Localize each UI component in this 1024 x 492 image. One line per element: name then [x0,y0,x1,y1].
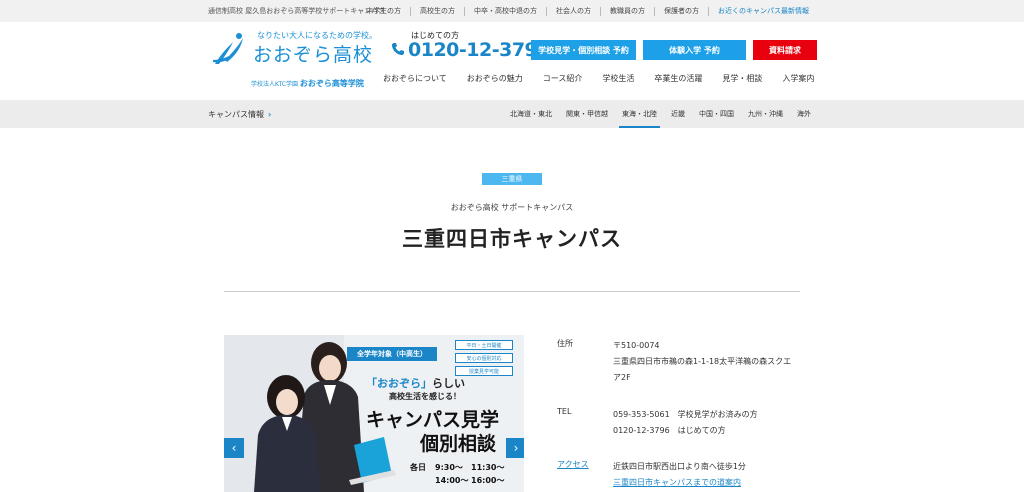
nav-visit[interactable]: 見学・相談 [712,73,772,84]
nav-courses[interactable]: コース紹介 [533,73,593,84]
address-label: 住所 [557,339,573,348]
slide-time: 9:30〜 [435,463,463,472]
campus-slider[interactable]: 全学年対象（中高生） 平日・土日開催 安心の個別対応 授業見学可能 「おおぞら」… [224,335,524,492]
slide-tag: 平日・土日開催 [455,340,513,350]
nav-junior-high[interactable]: 中学生の方 [357,7,410,16]
nav-appeal[interactable]: おおぞらの魅力 [457,73,533,84]
region-kanto[interactable]: 関東・甲信越 [559,100,615,128]
phone-number: 0120-12-3796 [408,39,550,61]
prefecture-badge: 三重県 [482,173,542,185]
nav-parents[interactable]: 保護者の方 [654,6,708,16]
tel-line[interactable]: 059-353-5061 学校見学がお済みの方 [613,407,803,423]
tel-label: TEL [557,407,572,416]
region-kyushu-okinawa[interactable]: 九州・沖縄 [741,100,790,128]
phone-icon [392,43,404,55]
logo-corp-name: おおぞら高等学院 [299,79,364,88]
site-header: なりたい大人になるための学校。 おおぞら高校 学校法人KTC学園 おおぞら高等学… [0,22,1024,100]
region-nav: 北海道・東北 関東・甲信越 東海・北陸 近畿 中国・四国 九州・沖縄 海外 [503,100,818,128]
divider [224,291,800,292]
slide-tag: 安心の個別対応 [455,353,513,363]
slide-time: 16:00〜 [471,476,505,485]
slide-headline: キャンパス見学 [366,409,500,431]
address-value: 〒510-0074 三重県四日市市鵜の森1-1-18太平洋鵜の森スクエ ア2F [613,338,803,386]
nav-graduates[interactable]: 卒業生の活躍 [644,73,712,84]
slide-catchphrase-quote: 「おおぞら」 [366,377,432,390]
logo-name: おおぞら高校 [253,44,374,66]
bird-logo-icon [213,33,243,64]
slide-target-pill: 全学年対象（中高生） [347,347,437,361]
slide-time: 14:00〜 [435,476,469,485]
postal-code: 〒510-0074 [613,341,660,350]
campus-info-link[interactable]: キャンパス情報 › [208,109,271,120]
logo-corporation: 学校法人KTC学園 おおぞら高等学院 [251,78,364,89]
region-chugoku-shikoku[interactable]: 中国・四国 [692,100,741,128]
slide-headline-2: 個別相談 [420,433,497,455]
slide-time: 11:30〜 [471,463,505,472]
slide-day-label: 各日 [410,463,426,472]
top-utility-bar: 通信制高校 屋久島おおぞら高等学校サポートキャンパス 中学生の方 高校生の方 中… [0,0,1024,22]
page-subtitle: おおぞら高校 サポートキャンパス [450,203,574,212]
slide-catchphrase-rest: らしい [432,377,465,390]
trial-reservation-button[interactable]: 体験入学 予約 [643,40,746,60]
request-materials-button[interactable]: 資料請求 [753,40,817,60]
page-title: 三重四日市キャンパス [402,227,622,251]
slider-prev-button[interactable]: ‹ [224,438,244,458]
slide-catchphrase: 「おおぞら」らしい [366,375,465,391]
campus-info-label: キャンパス情報 [208,110,264,119]
tel-line[interactable]: 0120-12-3796 はじめての方 [613,423,803,439]
tel-value: 059-353-5061 学校見学がお済みの方 0120-12-3796 はじめ… [613,407,803,439]
region-kinki[interactable]: 近畿 [664,100,692,128]
slide-copy: 全学年対象（中高生） 平日・土日開催 安心の個別対応 授業見学可能 「おおぞら」… [224,335,524,492]
nav-nearby-campus[interactable]: お近くのキャンパス最新情報 [708,6,818,16]
nav-high-school[interactable]: 高校生の方 [410,6,464,16]
chevron-right-icon: › [513,441,519,455]
access-link-label[interactable]: アクセス [557,459,589,470]
nav-teachers[interactable]: 教職員の方 [600,6,654,16]
audience-nav: 中学生の方 高校生の方 中卒・高校中退の方 社会人の方 教職員の方 保護者の方 … [357,0,818,22]
nav-school-life[interactable]: 学校生活 [592,73,644,84]
region-tokai-hokuriku[interactable]: 東海・北陸 [615,100,664,128]
chevron-right-icon: › [268,110,272,119]
directions-link[interactable]: 三重四日市キャンパスまでの道案内 [613,475,803,491]
nav-adult[interactable]: 社会人の方 [546,6,600,16]
site-logo[interactable]: なりたい大人になるための学校。 おおぞら高校 学校法人KTC学園 おおぞら高等学… [211,28,377,89]
slider-next-button[interactable]: › [506,438,524,458]
campus-bar: キャンパス情報 › 北海道・東北 関東・甲信越 東海・北陸 近畿 中国・四国 九州… [0,100,1024,128]
region-overseas[interactable]: 海外 [790,100,818,128]
nav-admission[interactable]: 入学案内 [772,73,824,84]
visit-reservation-button[interactable]: 学校見学・個別相談 予約 [531,40,636,60]
access-text: 近鉄四日市駅西出口より南へ徒歩1分 [613,462,746,471]
nav-dropout[interactable]: 中卒・高校中退の方 [464,6,546,16]
region-hokkaido-tohoku[interactable]: 北海道・東北 [503,100,559,128]
access-value: 近鉄四日市駅西出口より南へ徒歩1分 三重四日市キャンパスまでの道案内 [613,459,803,491]
address-line: 三重県四日市市鵜の森1-1-18太平洋鵜の森スクエ [613,357,792,366]
nav-about[interactable]: おおぞらについて [373,73,457,84]
main-nav: おおぞらについて おおぞらの魅力 コース紹介 学校生活 卒業生の活躍 見学・相談… [373,73,824,84]
address-line: ア2F [613,373,631,382]
logo-corp-prefix: 学校法人KTC学園 [251,81,300,88]
slide-subcopy: 高校生活を感じる！ [389,392,461,401]
chevron-left-icon: ‹ [231,441,237,455]
